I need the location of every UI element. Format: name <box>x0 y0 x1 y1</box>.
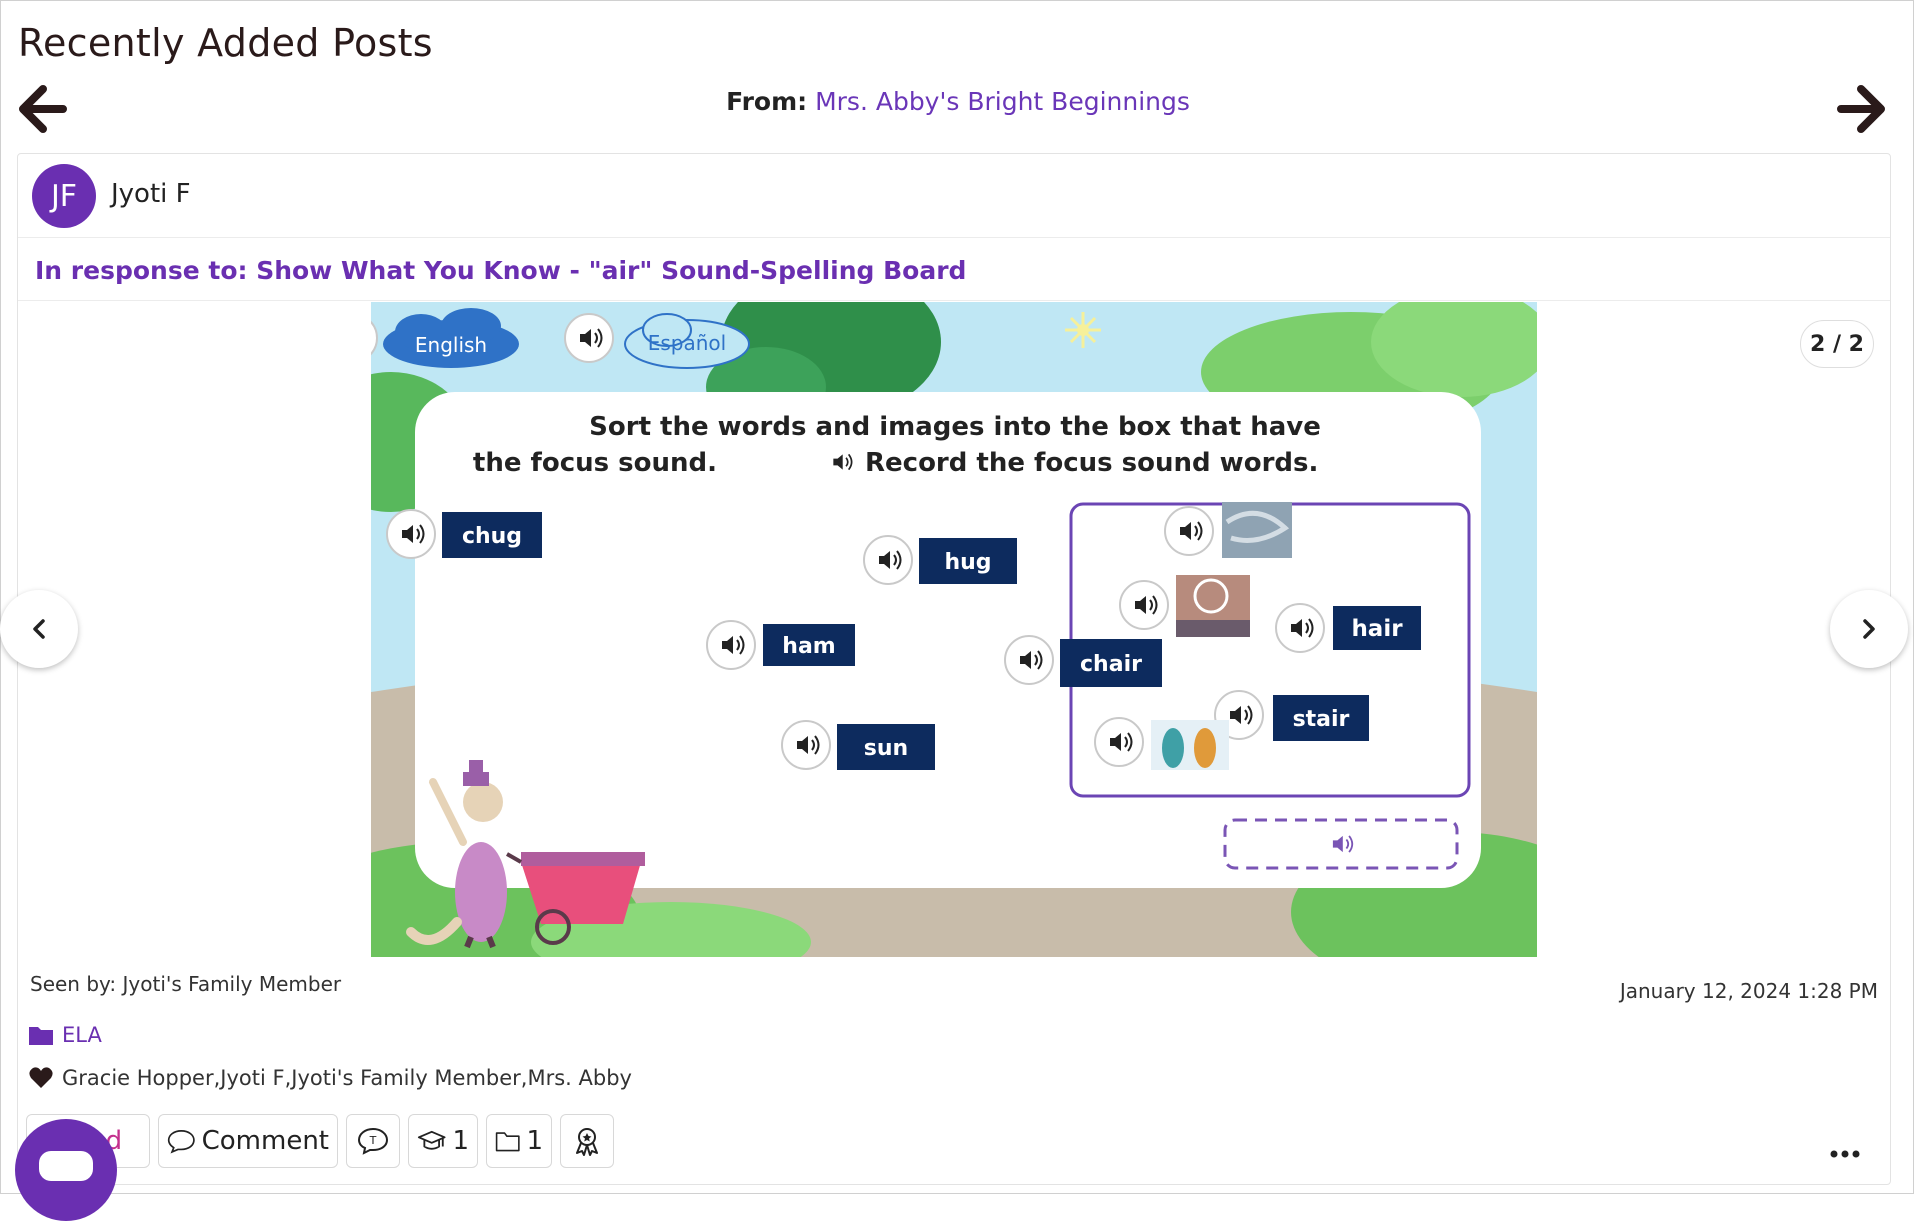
activity-canvas: English Español Sort the words and image… <box>371 302 1537 957</box>
response-row: In response to: Show What You Know - "ai… <box>18 238 1890 301</box>
folders-count: 1 <box>526 1126 543 1156</box>
post-date: January 12, 2024 1:28 PM <box>1619 979 1878 1003</box>
post-card: JF Jyoti F In response to: Show What You… <box>0 153 1908 1185</box>
folder-outline-icon <box>495 1132 520 1152</box>
response-link[interactable]: In response to: Show What You Know - "ai… <box>35 256 966 285</box>
folder-icon <box>29 1027 53 1045</box>
word-hair: hair <box>1351 616 1403 642</box>
next-post-arrow[interactable] <box>1835 83 1887 135</box>
comment-button[interactable]: Comment <box>158 1114 338 1168</box>
skills-count: 1 <box>452 1126 469 1156</box>
heart-icon <box>29 1067 53 1088</box>
next-slide-button[interactable] <box>1830 590 1908 668</box>
word-ham: ham <box>782 634 835 659</box>
comment-label: Comment <box>201 1126 329 1156</box>
word-sun: sun <box>864 736 908 761</box>
word-hug: hug <box>944 550 991 575</box>
from-line: From: Mrs. Abby's Bright Beginnings <box>1 87 1914 116</box>
word-chair: chair <box>1080 652 1142 677</box>
likes-list: Gracie Hopper,Jyoti F,Jyoti's Family Mem… <box>62 1066 632 1090</box>
author-row: JF Jyoti F <box>18 154 1890 238</box>
espanol-label: Español <box>648 331 726 355</box>
teacher-comment-button[interactable]: T <box>346 1114 400 1168</box>
folder-link[interactable]: ELA <box>62 1023 102 1047</box>
teacher-letter: T <box>369 1134 377 1147</box>
author-name: Jyoti F <box>111 179 191 209</box>
word-stair: stair <box>1293 707 1350 732</box>
page-counter: 2 / 2 <box>1800 320 1874 368</box>
arrow-right-icon <box>1837 85 1885 133</box>
comment-icon <box>167 1130 195 1154</box>
more-icon <box>1830 1150 1860 1158</box>
award-button[interactable] <box>560 1114 614 1168</box>
previous-slide-button[interactable] <box>0 590 78 668</box>
award-icon <box>576 1128 598 1156</box>
chat-icon <box>39 1151 93 1181</box>
chat-button[interactable] <box>15 1119 117 1221</box>
graduation-cap-icon <box>417 1130 446 1150</box>
chevron-right-icon <box>1863 619 1875 639</box>
likes-row: Gracie Hopper,Jyoti F,Jyoti's Family Mem… <box>28 1063 632 1093</box>
folders-button[interactable]: 1 <box>486 1114 552 1168</box>
seen-by: Seen by: Jyoti's Family Member <box>30 972 342 996</box>
teacher-comment-icon: T <box>357 1127 389 1155</box>
folder-row: ELA <box>28 1020 102 1050</box>
more-options-button[interactable] <box>1830 1132 1860 1165</box>
instruction-line-2b: Record the focus sound words. <box>865 448 1318 478</box>
from-label: From: <box>726 87 808 116</box>
skills-button[interactable]: 1 <box>408 1114 478 1168</box>
class-link[interactable]: Mrs. Abby's Bright Beginnings <box>815 87 1190 116</box>
instruction-line-2a: the focus sound. <box>473 448 717 478</box>
chevron-left-icon <box>33 619 45 639</box>
word-chug: chug <box>462 524 522 549</box>
instruction-line-1: Sort the words and images into the box t… <box>589 412 1321 442</box>
page-title: Recently Added Posts <box>18 21 433 65</box>
english-label: English <box>415 333 487 357</box>
page-frame: Recently Added Posts From: Mrs. Abby's B… <box>0 0 1914 1221</box>
activity-image[interactable]: English Español Sort the words and image… <box>371 302 1537 957</box>
avatar[interactable]: JF <box>32 164 96 228</box>
